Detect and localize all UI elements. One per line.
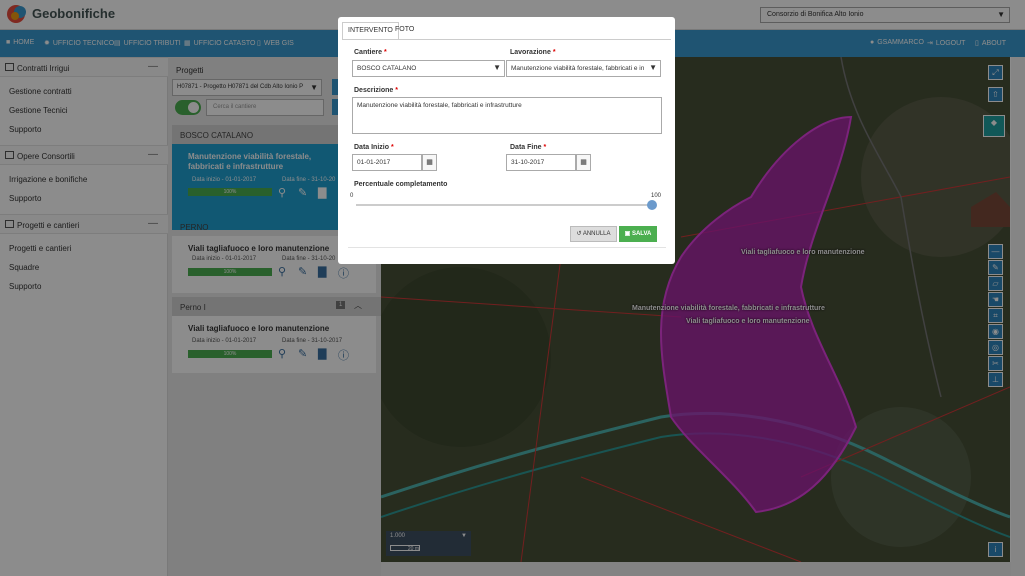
- percentuale-label: Percentuale completamento: [354, 181, 448, 188]
- data-inizio-input[interactable]: 01-01-2017: [352, 154, 422, 171]
- cantiere-value: BOSCO CATALANO: [357, 65, 417, 72]
- chevron-down-icon: ▼: [493, 63, 501, 72]
- save-button[interactable]: ▣ SALVA: [619, 226, 657, 242]
- cancel-button[interactable]: ↺ ANNULLA: [570, 226, 617, 242]
- data-inizio-label: Data Inizio *: [354, 144, 394, 151]
- calendar-icon[interactable]: ▦: [576, 154, 591, 171]
- required-mark: *: [383, 49, 387, 56]
- percentuale-slider[interactable]: [356, 204, 651, 206]
- descrizione-label: Descrizione *: [354, 87, 398, 94]
- required-mark: *: [552, 49, 556, 56]
- cancel-label: ANNULLA: [582, 231, 611, 237]
- cantiere-label: Cantiere *: [354, 49, 387, 56]
- lavorazione-select[interactable]: Manutenzione viabilità forestale, fabbri…: [506, 60, 661, 77]
- slider-handle[interactable]: [647, 200, 657, 210]
- lavorazione-label-text: Lavorazione: [510, 49, 551, 56]
- save-label: SALVA: [631, 231, 652, 237]
- modal-footer-divider: [348, 247, 666, 248]
- descrizione-textarea[interactable]: Manutenzione viabilità forestale, fabbri…: [352, 97, 662, 134]
- required-mark: *: [390, 144, 394, 151]
- chevron-down-icon: ▼: [649, 63, 657, 72]
- tab-divider: [342, 39, 671, 40]
- cantiere-select[interactable]: BOSCO CATALANO ▼: [352, 60, 505, 77]
- required-mark: *: [395, 87, 398, 94]
- save-icon: ▣: [624, 231, 631, 237]
- data-fine-input[interactable]: 31-10-2017: [506, 154, 576, 171]
- slider-min: 0: [350, 193, 354, 199]
- required-mark: *: [543, 144, 547, 151]
- undo-icon: ↺: [576, 231, 582, 237]
- tab-foto[interactable]: FOTO: [390, 22, 419, 39]
- data-inizio-label-text: Data Inizio: [354, 144, 390, 151]
- intervento-modal: INTERVENTO FOTO Cantiere * BOSCO CATALAN…: [338, 17, 675, 264]
- lavorazione-label: Lavorazione *: [510, 49, 556, 56]
- slider-max: 100: [651, 193, 662, 199]
- descrizione-label-text: Descrizione: [354, 87, 394, 94]
- data-fine-label: Data Fine *: [510, 144, 546, 151]
- cantiere-label-text: Cantiere: [354, 49, 383, 56]
- calendar-icon[interactable]: ▦: [422, 154, 437, 171]
- data-fine-label-text: Data Fine: [510, 144, 542, 151]
- lavorazione-value: Manutenzione viabilità forestale, fabbri…: [511, 65, 645, 72]
